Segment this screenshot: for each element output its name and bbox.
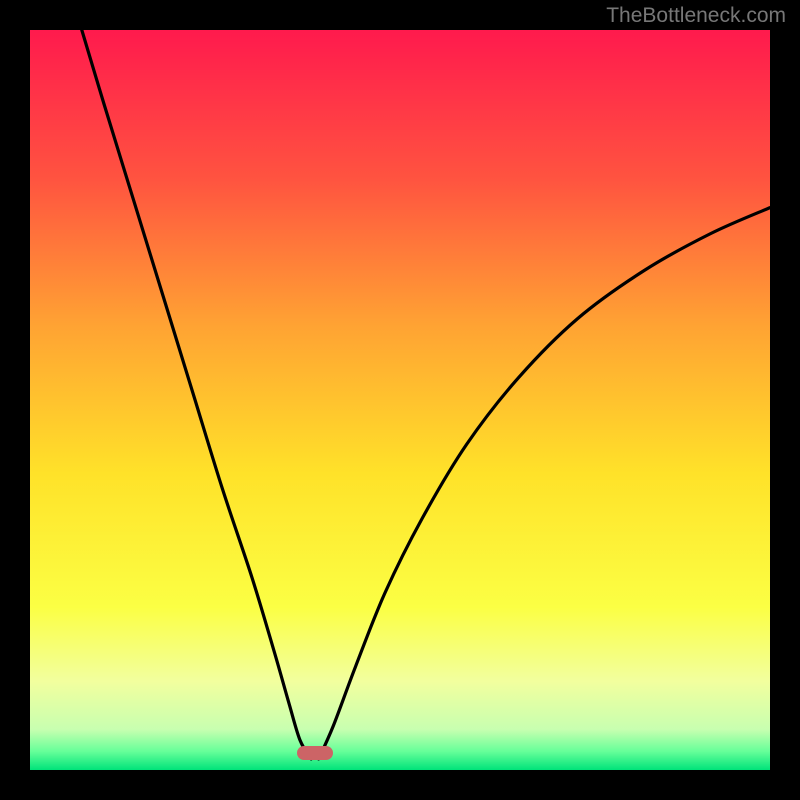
curve-left-branch bbox=[82, 30, 311, 759]
watermark-text: TheBottleneck.com bbox=[606, 4, 786, 28]
plot-area bbox=[30, 30, 770, 770]
bottleneck-marker bbox=[297, 746, 333, 760]
curve-plot bbox=[30, 30, 770, 770]
curve-right-branch bbox=[319, 208, 770, 759]
